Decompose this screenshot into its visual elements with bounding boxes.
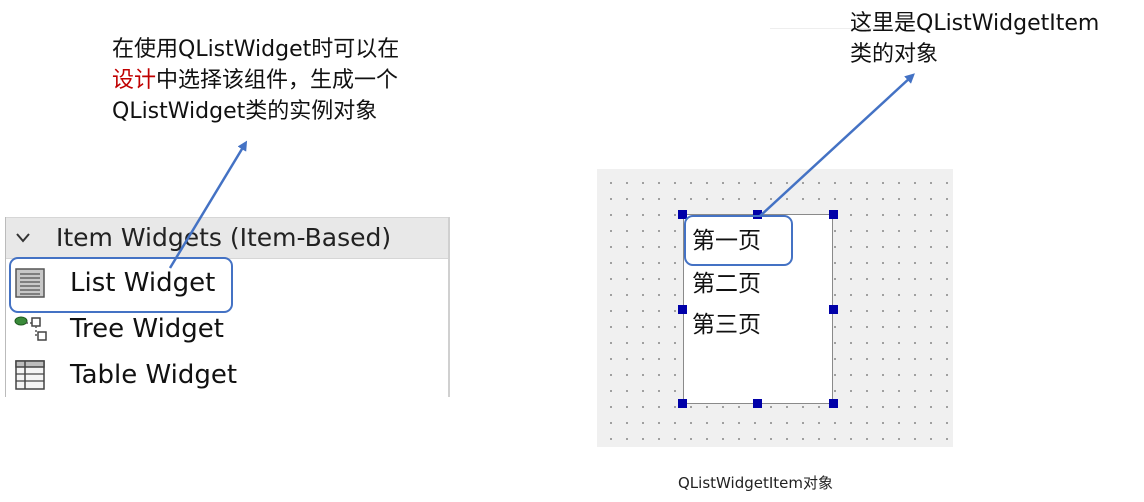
annotation-arrows — [168, 73, 915, 269]
figure-caption: QListWidgetItem对象 — [678, 474, 833, 492]
arrow-to-left-annotation — [168, 140, 248, 269]
arrow-to-right-annotation — [759, 73, 915, 217]
